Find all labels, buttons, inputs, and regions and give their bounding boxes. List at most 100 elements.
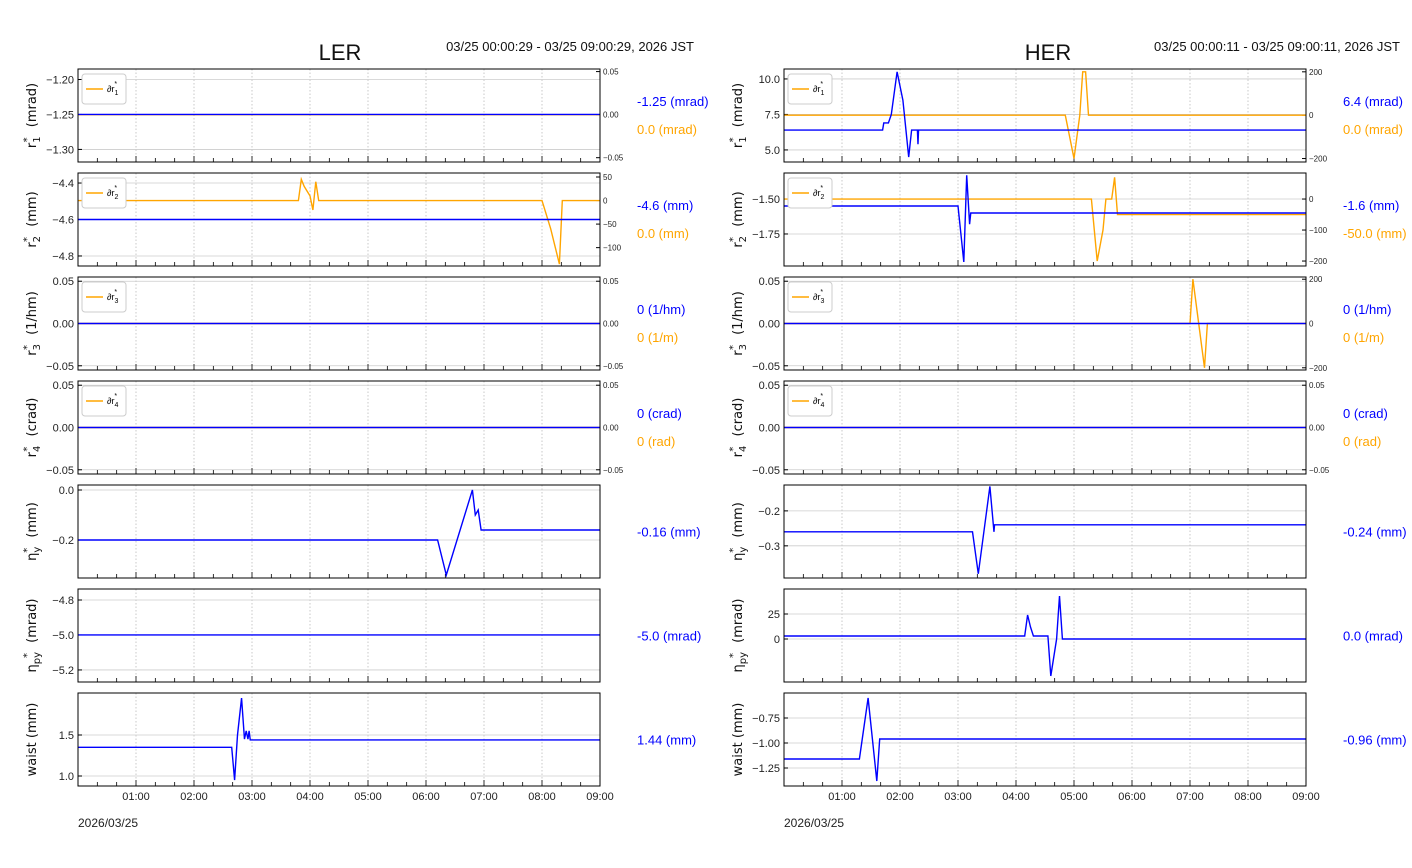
legend-sup: * — [114, 289, 117, 296]
y-tick-label: −1.75 — [752, 229, 780, 241]
y-tick-label: −5.0 — [52, 630, 74, 642]
legend-sub: 4 — [820, 402, 824, 409]
y-label-sub: y — [32, 547, 43, 553]
y2-tick-label: 200 — [1309, 68, 1323, 77]
series-blue-line — [78, 489, 600, 578]
y-tick-label: −0.05 — [46, 361, 74, 373]
y-label-sup: * — [728, 345, 739, 350]
y-label-unit: (crad) — [25, 398, 40, 441]
y-label-sup: * — [22, 548, 33, 553]
y-label-sub: 2 — [738, 236, 749, 242]
legend-sup: * — [820, 185, 823, 192]
current-value-blue: 0 (1/hm) — [637, 302, 685, 317]
y-tick-label: −1.50 — [752, 194, 780, 206]
x-tick-label: 08:00 — [528, 791, 556, 803]
axes-frame — [77, 68, 601, 163]
y2-tick-label: −100 — [603, 244, 622, 253]
x-tick-label: 04:00 — [1002, 791, 1030, 803]
y-tick-label: 0.00 — [53, 423, 74, 435]
subplot-3: 0.050.00−0.052000−200∂r3*r3* (1/hm) 0 (1/… — [728, 275, 1391, 373]
y-tick-label: 0.00 — [759, 423, 780, 435]
legend-sub: 3 — [114, 298, 118, 305]
y2-tick-label: 0.05 — [1309, 381, 1325, 390]
y-tick-label: −0.05 — [46, 465, 74, 477]
y-tick-label: −4.8 — [52, 595, 74, 607]
y-label-unit: (mrad) — [25, 83, 40, 132]
y2-tick-label: 0.00 — [1309, 424, 1325, 433]
y-label-unit: (mm) — [25, 502, 40, 542]
current-value-blue: 1.44 (mm) — [637, 733, 696, 748]
y-axis-label: r1* (mrad) — [22, 83, 43, 148]
axes-frame — [77, 484, 601, 579]
y-label-sub: py — [738, 652, 749, 664]
legend-sup: * — [114, 393, 117, 400]
y2-tick-label: −0.05 — [603, 466, 624, 475]
time-range: 03/25 00:00:29 - 03/25 09:00:29, 2026 JS… — [446, 39, 694, 54]
y-tick-label: 0.0 — [59, 485, 74, 497]
y-label-unit: (mm) — [731, 703, 746, 743]
y-tick-label: −0.75 — [752, 713, 780, 725]
y2-tick-label: −100 — [1309, 226, 1328, 235]
y-axis-label: waist (mm) — [731, 703, 746, 777]
legend-sub: 3 — [820, 298, 824, 305]
y-label-sub: y — [738, 547, 749, 553]
x-tick-label: 05:00 — [354, 791, 382, 803]
series-blue-line — [78, 698, 600, 781]
series-blue-line — [784, 486, 1306, 574]
legend: ∂r3* — [81, 281, 127, 313]
panel-ler: LER 03/25 00:00:29 - 03/25 09:00:29, 2026… — [22, 39, 709, 830]
y2-tick-label: 200 — [1309, 275, 1323, 284]
x-tick-label: 03:00 — [944, 791, 972, 803]
figure: LER 03/25 00:00:29 - 03/25 09:00:29, 2026… — [22, 39, 1407, 830]
x-tick-label: 01:00 — [122, 791, 150, 803]
subplot-3: 0.050.00−0.050.050.00−0.05∂r3*r3* (1/hm)… — [22, 276, 685, 373]
current-value-blue: -5.0 (mrad) — [637, 629, 701, 644]
y-label-sub: py — [32, 652, 43, 664]
y2-tick-label: 0 — [603, 197, 608, 206]
y-label-sup: * — [22, 345, 33, 350]
series-blue-line — [784, 697, 1306, 782]
date-label: 2026/03/25 — [78, 816, 138, 830]
legend-sub: 2 — [114, 194, 118, 201]
subplot-1: 10.07.55.02000−200∂r1*r1* (mrad) 6.4 (mra… — [728, 68, 1403, 164]
x-tick-label: 08:00 — [1234, 791, 1262, 803]
y-axis-label: ηpy* (mrad) — [728, 598, 749, 672]
y-tick-label: −0.05 — [752, 465, 780, 477]
legend: ∂r1* — [81, 73, 127, 105]
y-tick-label: 0.05 — [53, 380, 74, 392]
y-tick-label: 1.0 — [59, 771, 74, 783]
legend: ∂r1* — [787, 73, 833, 105]
y2-tick-label: −200 — [1309, 257, 1328, 266]
time-range: 03/25 00:00:11 - 03/25 09:00:11, 2026 JS… — [1154, 39, 1400, 54]
y-label-unit: (1/hm) — [731, 291, 746, 339]
y-label-unit: (mm) — [731, 502, 746, 542]
y-axis-label: r3* (1/hm) — [22, 291, 43, 356]
y-label-sub: 3 — [738, 344, 749, 350]
current-value-blue: -0.24 (mm) — [1343, 525, 1407, 540]
y2-tick-label: −0.05 — [603, 154, 624, 163]
legend-sup: * — [114, 81, 117, 88]
x-tick-label: 05:00 — [1060, 791, 1088, 803]
y-label-unit: (mrad) — [731, 598, 746, 647]
y-tick-label: 0.05 — [53, 276, 74, 288]
series-blue-line — [784, 175, 1306, 263]
current-value-blue: 0.0 (mrad) — [1343, 629, 1403, 644]
y2-tick-label: −50 — [603, 220, 617, 229]
x-tick-label: 06:00 — [412, 791, 440, 803]
subplot-2: −1.50−1.750−100−200∂r2*r2* (mm) -1.6 (mm)… — [728, 172, 1407, 267]
legend: ∂r2* — [787, 177, 833, 209]
y-label-sub: 2 — [32, 236, 43, 242]
y-tick-label: 7.5 — [765, 109, 780, 121]
y-axis-label: r2* (mm) — [728, 191, 749, 247]
current-value-blue: -4.6 (mm) — [637, 198, 693, 213]
y2-tick-label: −0.05 — [1309, 466, 1330, 475]
current-value-blue: -0.96 (mm) — [1343, 733, 1407, 748]
y2-tick-label: 0.00 — [603, 424, 619, 433]
x-tick-label: 09:00 — [1292, 791, 1320, 803]
y-label-unit: (mm) — [25, 703, 40, 743]
subplot-4: 0.050.00−0.050.050.00−0.05∂r4*r4* (crad)… — [728, 380, 1388, 477]
current-value-orange: 0 (1/m) — [637, 330, 678, 345]
legend-sub: 1 — [114, 90, 118, 97]
subplot-4: 0.050.00−0.050.050.00−0.05∂r4*r4* (crad)… — [22, 380, 682, 477]
x-tick-label: 07:00 — [1176, 791, 1204, 803]
